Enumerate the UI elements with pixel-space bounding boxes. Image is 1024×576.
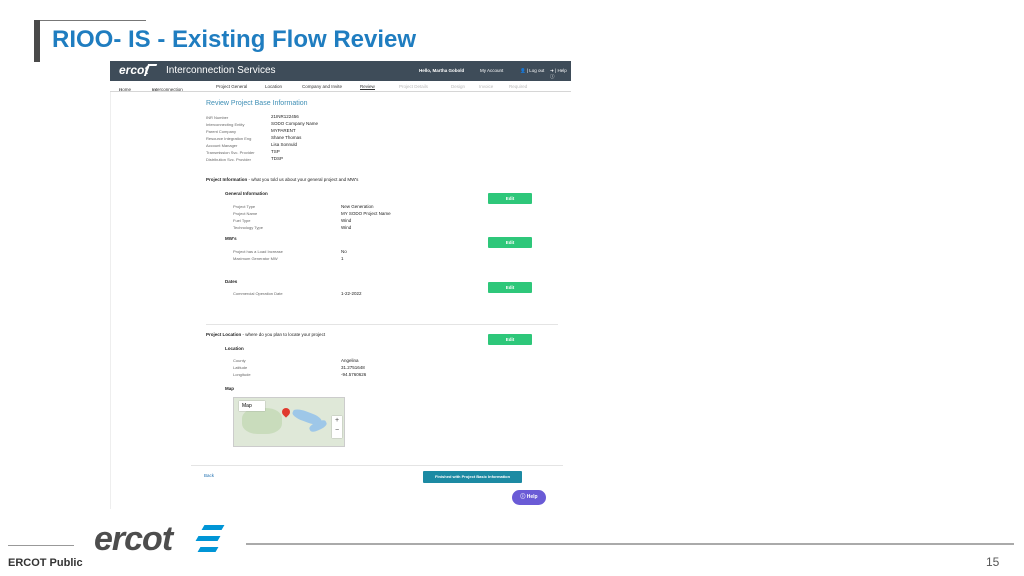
slide: RIOO- IS - Existing Flow Review ercot In… bbox=[0, 0, 1024, 576]
field-value: SODO Company Name bbox=[271, 121, 319, 126]
field-label: Resource Integration Eng bbox=[206, 136, 252, 141]
finish-project-basic-info-button[interactable]: Finished with Project Basic Information bbox=[423, 471, 522, 483]
field-label: Commercial Operation Date bbox=[233, 291, 283, 296]
help-link[interactable]: ➜ | Help ⓘ bbox=[550, 68, 571, 80]
field-value: -94.5760626 bbox=[341, 372, 367, 377]
question-icon: ⓘ bbox=[520, 494, 526, 500]
tab-company-and-invite[interactable]: Company and Invite bbox=[302, 84, 342, 89]
logo-stripe bbox=[197, 547, 219, 552]
app-header: ercot Interconnection Services Hello, Ma… bbox=[110, 61, 571, 81]
title-accent-bar bbox=[34, 20, 40, 62]
tab-invoice[interactable]: Invoice bbox=[479, 84, 493, 89]
field-label: Project Name bbox=[233, 211, 258, 216]
logout-link[interactable]: 👤 | Log out bbox=[520, 68, 544, 74]
section-description: - what you told us about your general pr… bbox=[247, 177, 359, 182]
nav-bar: ⌂ Home ▭ Interconnection Project General… bbox=[110, 81, 571, 92]
footer-rule-right bbox=[246, 543, 1014, 545]
field-label: Transmission Svc. Provider bbox=[206, 150, 255, 155]
field-value: Wind bbox=[341, 218, 352, 223]
field-value: TDSP bbox=[271, 156, 284, 161]
title-rule bbox=[40, 20, 146, 21]
app-name: Interconnection Services bbox=[166, 65, 276, 76]
footer-divider bbox=[191, 465, 563, 466]
field-value: 31.2751648 bbox=[341, 365, 365, 370]
field-value: Shane Thomas bbox=[271, 135, 302, 140]
section-description: - where do you plan to locate your proje… bbox=[241, 332, 326, 337]
edit-mws-button[interactable]: Edit bbox=[488, 237, 532, 248]
field-value: 1 bbox=[341, 256, 344, 261]
section-title: Project Location bbox=[206, 332, 242, 337]
logo-stripe bbox=[201, 525, 225, 530]
field-label: Maximum Generator MW bbox=[233, 256, 278, 261]
field-label: Technology Type bbox=[233, 225, 263, 230]
tab-location[interactable]: Location bbox=[265, 84, 282, 89]
field-label: Parent Company bbox=[206, 129, 237, 134]
location-heading: Location bbox=[225, 346, 244, 351]
tab-design[interactable]: Design bbox=[451, 84, 465, 89]
map-type-toggle[interactable]: Map bbox=[239, 401, 265, 411]
field-label: Fuel Type bbox=[233, 218, 251, 223]
dates-heading: Dates bbox=[225, 279, 238, 284]
field-value: Wind bbox=[341, 225, 352, 230]
tab-review[interactable]: Review bbox=[360, 84, 375, 90]
field-label: County bbox=[233, 358, 246, 363]
field-value: TSP bbox=[271, 149, 280, 154]
field-label: Latitude bbox=[233, 365, 248, 370]
ercot-logo-mark-icon bbox=[195, 523, 225, 555]
map-pin-icon bbox=[280, 406, 292, 418]
footer-rule-left bbox=[8, 545, 74, 546]
user-greeting: Hello, Martha Gobold bbox=[419, 68, 465, 73]
tab-project-details[interactable]: Project Details bbox=[399, 84, 428, 89]
field-value: No bbox=[341, 249, 347, 254]
map-zoom-control[interactable]: + − bbox=[332, 416, 342, 438]
field-label: Interconnecting Entity bbox=[206, 122, 245, 127]
review-content: Review Project Base Information INR Numb… bbox=[110, 92, 571, 509]
tab-project-general[interactable]: Project General bbox=[216, 84, 247, 89]
back-link[interactable]: Back bbox=[204, 473, 214, 478]
logout-label: Log out bbox=[529, 68, 545, 73]
general-information-heading: General Information bbox=[225, 191, 268, 196]
map-forest-area bbox=[242, 408, 282, 434]
field-label: INR Number bbox=[206, 115, 229, 120]
field-label: Project Type bbox=[233, 204, 256, 209]
help-button-label: Help bbox=[526, 494, 538, 500]
logo-stripe bbox=[195, 536, 221, 541]
section-divider bbox=[206, 324, 558, 325]
edit-location-button[interactable]: Edit bbox=[488, 334, 532, 345]
project-location-heading: Project Location - where do you plan to … bbox=[206, 332, 325, 337]
zoom-out-icon[interactable]: − bbox=[332, 426, 342, 436]
ercot-footer-logo: ercot bbox=[94, 520, 173, 558]
field-value: Angelina bbox=[341, 358, 359, 363]
field-label: Project has a Load Increase bbox=[233, 249, 283, 254]
project-information-heading: Project Information - what you told us a… bbox=[206, 177, 358, 182]
footer-classification: ERCOT Public bbox=[8, 557, 83, 569]
zoom-in-icon[interactable]: + bbox=[332, 416, 342, 426]
field-label: Longitude bbox=[233, 372, 251, 377]
edit-dates-button[interactable]: Edit bbox=[488, 282, 532, 293]
field-value: MY SODO Project Name bbox=[341, 211, 391, 216]
review-heading: Review Project Base Information bbox=[206, 100, 308, 107]
mws-heading: MW's bbox=[225, 236, 237, 241]
field-value: New Generation bbox=[341, 204, 374, 209]
field-value: MYPARENT bbox=[271, 128, 296, 133]
field-label: Account Manager bbox=[206, 143, 238, 148]
page-number: 15 bbox=[986, 555, 1000, 569]
section-title: Project Information bbox=[206, 177, 248, 182]
help-label: Help bbox=[557, 68, 567, 73]
map-heading: Map bbox=[225, 386, 234, 391]
field-value: Lisa Sonnuld bbox=[271, 142, 298, 147]
app-screenshot: ercot Interconnection Services Hello, Ma… bbox=[110, 61, 571, 509]
field-label: Distribution Svc. Provider bbox=[206, 157, 251, 162]
slide-title: RIOO- IS - Existing Flow Review bbox=[52, 26, 417, 53]
help-button[interactable]: ⓘ Help bbox=[512, 490, 546, 505]
edit-general-information-button[interactable]: Edit bbox=[488, 193, 532, 204]
my-account-link[interactable]: My Account bbox=[480, 68, 503, 73]
field-value: 21INR122456 bbox=[271, 114, 299, 119]
tab-required[interactable]: Required bbox=[509, 84, 527, 89]
location-map[interactable]: Map + − bbox=[233, 397, 345, 447]
field-value: 1-22-2022 bbox=[341, 291, 362, 296]
